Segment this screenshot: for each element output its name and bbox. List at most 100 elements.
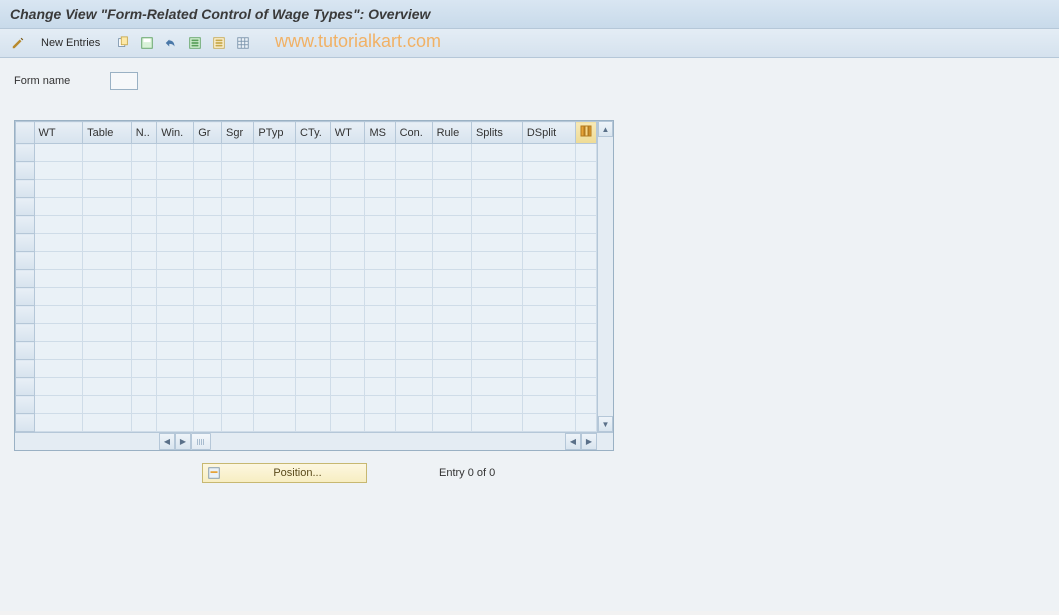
grid-cell[interactable] [83, 324, 132, 342]
grid-cell[interactable] [194, 342, 222, 360]
grid-cell[interactable] [221, 414, 253, 432]
row-selector[interactable] [16, 324, 35, 342]
row-selector[interactable] [16, 216, 35, 234]
grid-cell[interactable] [254, 360, 296, 378]
grid-cell[interactable] [432, 216, 471, 234]
grid-cell[interactable] [432, 360, 471, 378]
grid-cell[interactable] [221, 162, 253, 180]
grid-cell[interactable] [330, 270, 365, 288]
scroll-left-arrow-2[interactable]: ◀ [565, 433, 581, 450]
grid-cell[interactable] [157, 162, 194, 180]
grid-cell[interactable] [330, 288, 365, 306]
grid-cell[interactable] [471, 306, 522, 324]
grid-cell[interactable] [131, 162, 156, 180]
grid-cell[interactable] [157, 270, 194, 288]
grid-cell[interactable] [131, 252, 156, 270]
row-selector[interactable] [16, 342, 35, 360]
grid-cell[interactable] [522, 234, 575, 252]
grid-cell[interactable] [83, 288, 132, 306]
row-selector[interactable] [16, 270, 35, 288]
grid-cell[interactable] [330, 198, 365, 216]
grid-cell[interactable] [194, 198, 222, 216]
row-selector[interactable] [16, 414, 35, 432]
grid-cell[interactable] [254, 396, 296, 414]
grid-cell[interactable] [296, 306, 331, 324]
grid-cell[interactable] [471, 324, 522, 342]
grid-cell[interactable] [34, 396, 83, 414]
scroll-up-arrow[interactable]: ▲ [598, 121, 613, 137]
row-selector[interactable] [16, 234, 35, 252]
grid-cell[interactable] [83, 144, 132, 162]
row-selector[interactable] [16, 396, 35, 414]
configure-columns-button[interactable] [576, 122, 597, 144]
grid-cell[interactable] [157, 378, 194, 396]
grid-cell[interactable] [83, 306, 132, 324]
grid-cell[interactable] [34, 252, 83, 270]
horizontal-scrollbar[interactable]: ◀ ▶ ◀ ▶ [15, 432, 613, 450]
grid-cell[interactable] [34, 144, 83, 162]
grid-cell[interactable] [330, 378, 365, 396]
grid-cell[interactable] [254, 306, 296, 324]
row-selector[interactable] [16, 180, 35, 198]
grid-cell[interactable] [254, 216, 296, 234]
grid-cell[interactable] [83, 198, 132, 216]
grid-cell[interactable] [471, 378, 522, 396]
grid-cell[interactable] [131, 396, 156, 414]
grid-cell[interactable] [83, 162, 132, 180]
grid-cell[interactable] [365, 216, 395, 234]
grid-cell[interactable] [194, 252, 222, 270]
grid-cell[interactable] [83, 396, 132, 414]
grid-cell[interactable] [34, 378, 83, 396]
grid-cell[interactable] [157, 414, 194, 432]
grid-cell[interactable] [296, 324, 331, 342]
grid-cell[interactable] [522, 180, 575, 198]
column-header[interactable]: CTy. [296, 122, 331, 144]
grid-cell[interactable] [432, 306, 471, 324]
grid-cell[interactable] [194, 396, 222, 414]
grid-cell[interactable] [296, 414, 331, 432]
grid-cell[interactable] [330, 180, 365, 198]
grid-cell[interactable] [365, 180, 395, 198]
column-header[interactable]: MS [365, 122, 395, 144]
grid-cell[interactable] [194, 324, 222, 342]
vertical-scrollbar[interactable]: ▲ ▼ [597, 121, 613, 432]
grid-cell[interactable] [296, 378, 331, 396]
grid-cell[interactable] [432, 324, 471, 342]
grid-cell[interactable] [471, 144, 522, 162]
grid-cell[interactable] [365, 414, 395, 432]
grid-cell[interactable] [194, 180, 222, 198]
grid-cell[interactable] [131, 144, 156, 162]
row-selector[interactable] [16, 360, 35, 378]
grid-cell[interactable] [365, 198, 395, 216]
grid-cell[interactable] [157, 306, 194, 324]
grid-cell[interactable] [395, 324, 432, 342]
row-selector[interactable] [16, 288, 35, 306]
grid-cell[interactable] [157, 198, 194, 216]
grid-cell[interactable] [330, 144, 365, 162]
grid-cell[interactable] [83, 342, 132, 360]
toggle-change-button[interactable] [8, 33, 28, 53]
grid-cell[interactable] [131, 198, 156, 216]
grid-cell[interactable] [157, 360, 194, 378]
grid-cell[interactable] [471, 216, 522, 234]
grid-cell[interactable] [296, 270, 331, 288]
grid-cell[interactable] [254, 252, 296, 270]
hscroll-thumb[interactable] [191, 433, 211, 450]
grid-cell[interactable] [432, 144, 471, 162]
grid-cell[interactable] [365, 324, 395, 342]
grid-cell[interactable] [221, 378, 253, 396]
grid-cell[interactable] [34, 198, 83, 216]
grid-cell[interactable] [432, 234, 471, 252]
grid-cell[interactable] [254, 144, 296, 162]
grid-cell[interactable] [471, 396, 522, 414]
grid-cell[interactable] [296, 198, 331, 216]
grid-cell[interactable] [330, 162, 365, 180]
grid-cell[interactable] [471, 252, 522, 270]
grid-cell[interactable] [254, 234, 296, 252]
grid-cell[interactable] [395, 414, 432, 432]
grid-cell[interactable] [330, 234, 365, 252]
column-header[interactable]: WT [34, 122, 83, 144]
grid-cell[interactable] [296, 216, 331, 234]
grid-cell[interactable] [432, 270, 471, 288]
grid-cell[interactable] [131, 180, 156, 198]
